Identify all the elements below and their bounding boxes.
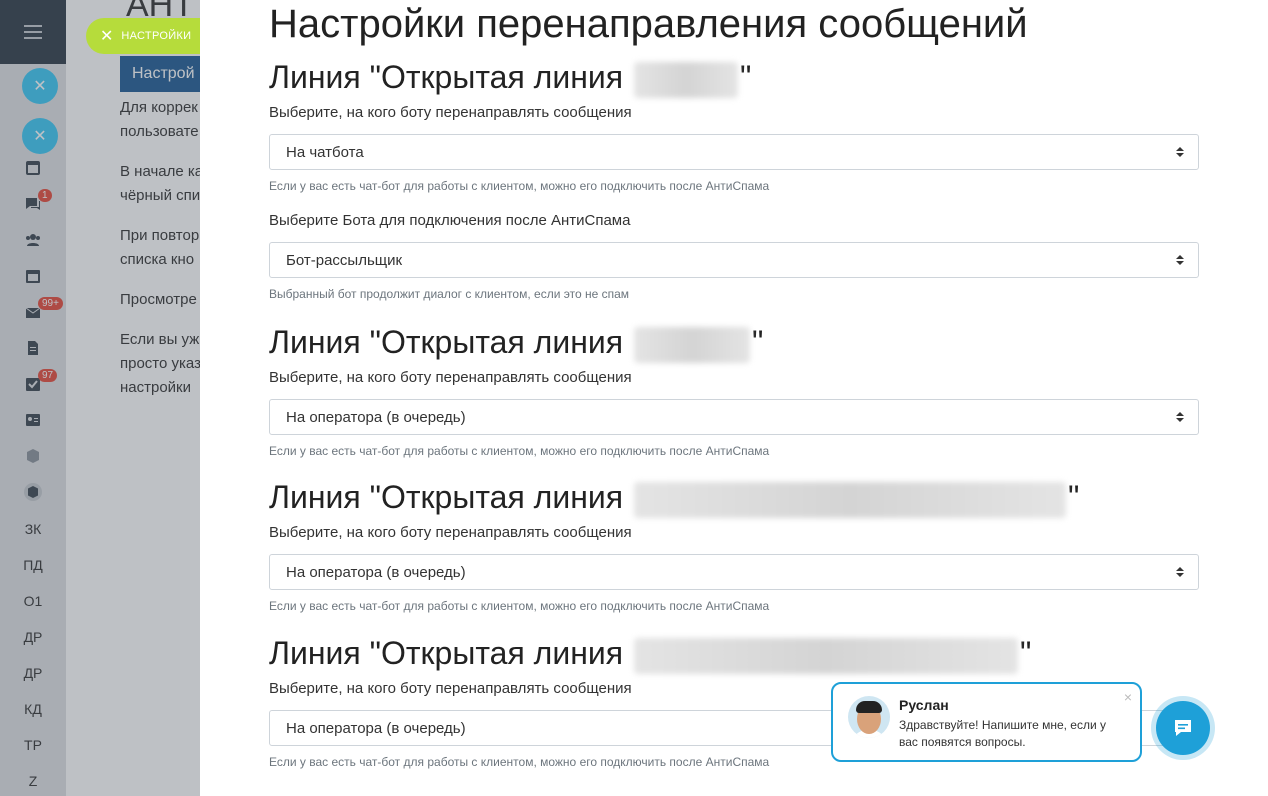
close-settings-button[interactable]: ✕ НАСТРОЙКИ bbox=[86, 18, 216, 54]
page-title: Настройки перенаправления сообщений bbox=[269, 2, 1028, 46]
line-heading: Линия "Открытая линия " bbox=[269, 634, 1199, 674]
redirect-target-value: На оператора (в очередь) bbox=[286, 719, 466, 737]
line-heading: Линия "Открытая линия " bbox=[269, 478, 1199, 518]
redacted-line-name bbox=[633, 61, 738, 98]
line-section-1: Линия "Открытая линия " Выберите, на ког… bbox=[269, 58, 1199, 301]
line-heading: Линия "Открытая линия " bbox=[269, 58, 1199, 98]
line-heading-prefix: Линия "Открытая линия bbox=[269, 479, 624, 515]
redacted-line-name bbox=[633, 481, 1066, 518]
redirect-target-select[interactable]: На оператора (в очередь) bbox=[269, 554, 1199, 590]
open-chat-button[interactable] bbox=[1148, 696, 1218, 760]
line-heading-suffix: " bbox=[751, 324, 764, 360]
redirect-target-value: На оператора (в очередь) bbox=[286, 408, 466, 426]
chat-agent-name: Руслан bbox=[899, 697, 949, 713]
line-heading-suffix: " bbox=[739, 59, 752, 95]
line-heading-suffix: " bbox=[1067, 479, 1080, 515]
line-heading: Линия "Открытая линия " bbox=[269, 323, 1199, 363]
avatar bbox=[848, 696, 890, 738]
redirect-target-hint: Если у вас есть чат-бот для работы с кли… bbox=[269, 444, 770, 458]
line-heading-prefix: Линия "Открытая линия bbox=[269, 324, 624, 360]
redirect-target-select[interactable]: На оператора (в очередь) bbox=[269, 399, 1199, 435]
chat-popup-close-icon[interactable]: × bbox=[1124, 689, 1132, 705]
redirect-target-value: На оператора (в очередь) bbox=[286, 563, 466, 581]
line-heading-suffix: " bbox=[1019, 635, 1032, 671]
redirect-target-hint: Если у вас есть чат-бот для работы с кли… bbox=[269, 179, 770, 193]
line-section-3: Линия "Открытая линия " Выберите, на ког… bbox=[269, 478, 1199, 613]
redacted-line-name bbox=[633, 326, 750, 363]
redirect-target-select[interactable]: На чатбота bbox=[269, 134, 1199, 170]
bot-select-hint: Выбранный бот продолжит диалог с клиенто… bbox=[269, 287, 630, 301]
line-section-2: Линия "Открытая линия " Выберите, на ког… bbox=[269, 323, 1199, 458]
bot-select-value: Бот-рассыльщик bbox=[286, 251, 403, 269]
message-icon bbox=[1175, 720, 1191, 736]
select-arrows-icon bbox=[1170, 567, 1190, 577]
chat-popup[interactable]: Руслан Здравствуйте! Напишите мне, если … bbox=[831, 682, 1142, 762]
redirect-target-label: Выберите, на кого боту перенаправлять со… bbox=[269, 524, 632, 541]
redirect-target-label: Выберите, на кого боту перенаправлять со… bbox=[269, 104, 632, 121]
select-arrows-icon bbox=[1170, 255, 1190, 265]
bot-select[interactable]: Бот-рассыльщик bbox=[269, 242, 1199, 278]
redirect-target-value: На чатбота bbox=[286, 143, 364, 161]
line-heading-prefix: Линия "Открытая линия bbox=[269, 59, 624, 95]
redirect-target-hint: Если у вас есть чат-бот для работы с кли… bbox=[269, 599, 770, 613]
redirect-target-label: Выберите, на кого боту перенаправлять со… bbox=[269, 369, 632, 386]
close-icon: ✕ bbox=[100, 28, 114, 45]
select-arrows-icon bbox=[1170, 147, 1190, 157]
chat-message: Здравствуйте! Напишите мне, если у вас п… bbox=[899, 718, 1107, 749]
select-arrows-icon bbox=[1170, 412, 1190, 422]
bot-select-label: Выберите Бота для подключения после Анти… bbox=[269, 212, 631, 229]
chat-button-ring bbox=[1151, 696, 1215, 760]
close-settings-label: НАСТРОЙКИ bbox=[121, 30, 192, 42]
settings-slider-panel: Настройки перенаправления сообщений Лини… bbox=[200, 0, 1268, 796]
line-heading-prefix: Линия "Открытая линия bbox=[269, 635, 624, 671]
redacted-line-name bbox=[633, 637, 1018, 674]
chat-button-core bbox=[1156, 701, 1210, 755]
